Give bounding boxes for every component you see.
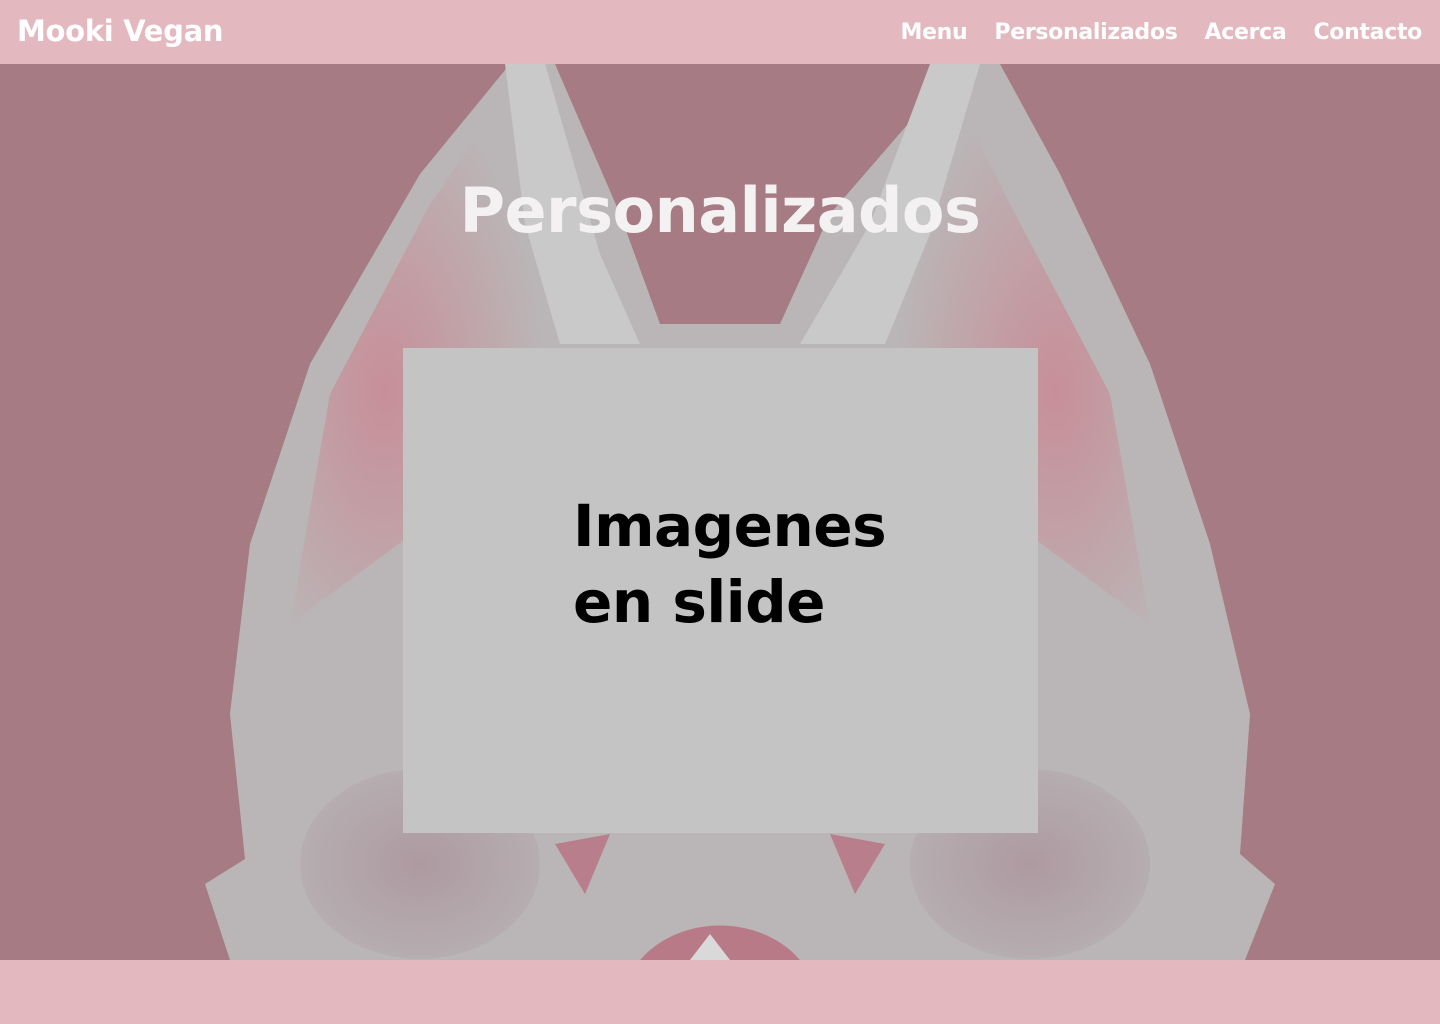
slider-placeholder-line1: Imagenes xyxy=(573,492,887,560)
slider-placeholder-line2: en slide xyxy=(573,568,825,636)
nav-link-contacto[interactable]: Contacto xyxy=(1313,20,1422,45)
footer-bar xyxy=(0,960,1440,1024)
nav-link-acerca[interactable]: Acerca xyxy=(1205,20,1287,45)
image-slider-placeholder: Imagenes en slide xyxy=(403,348,1038,833)
page-title: Personalizados xyxy=(459,174,981,247)
nav-link-personalizados[interactable]: Personalizados xyxy=(994,20,1177,45)
slider-placeholder-text: Imagenes en slide xyxy=(573,488,913,640)
brand-logo-link[interactable]: Mooki Vegan xyxy=(17,14,224,48)
top-navbar: Mooki Vegan Menu Personalizados Acerca C… xyxy=(0,0,1440,64)
nav-link-menu[interactable]: Menu xyxy=(900,20,967,45)
hero-section: Personalizados Imagenes en slide xyxy=(0,64,1440,960)
main-nav: Menu Personalizados Acerca Contacto xyxy=(900,20,1422,45)
